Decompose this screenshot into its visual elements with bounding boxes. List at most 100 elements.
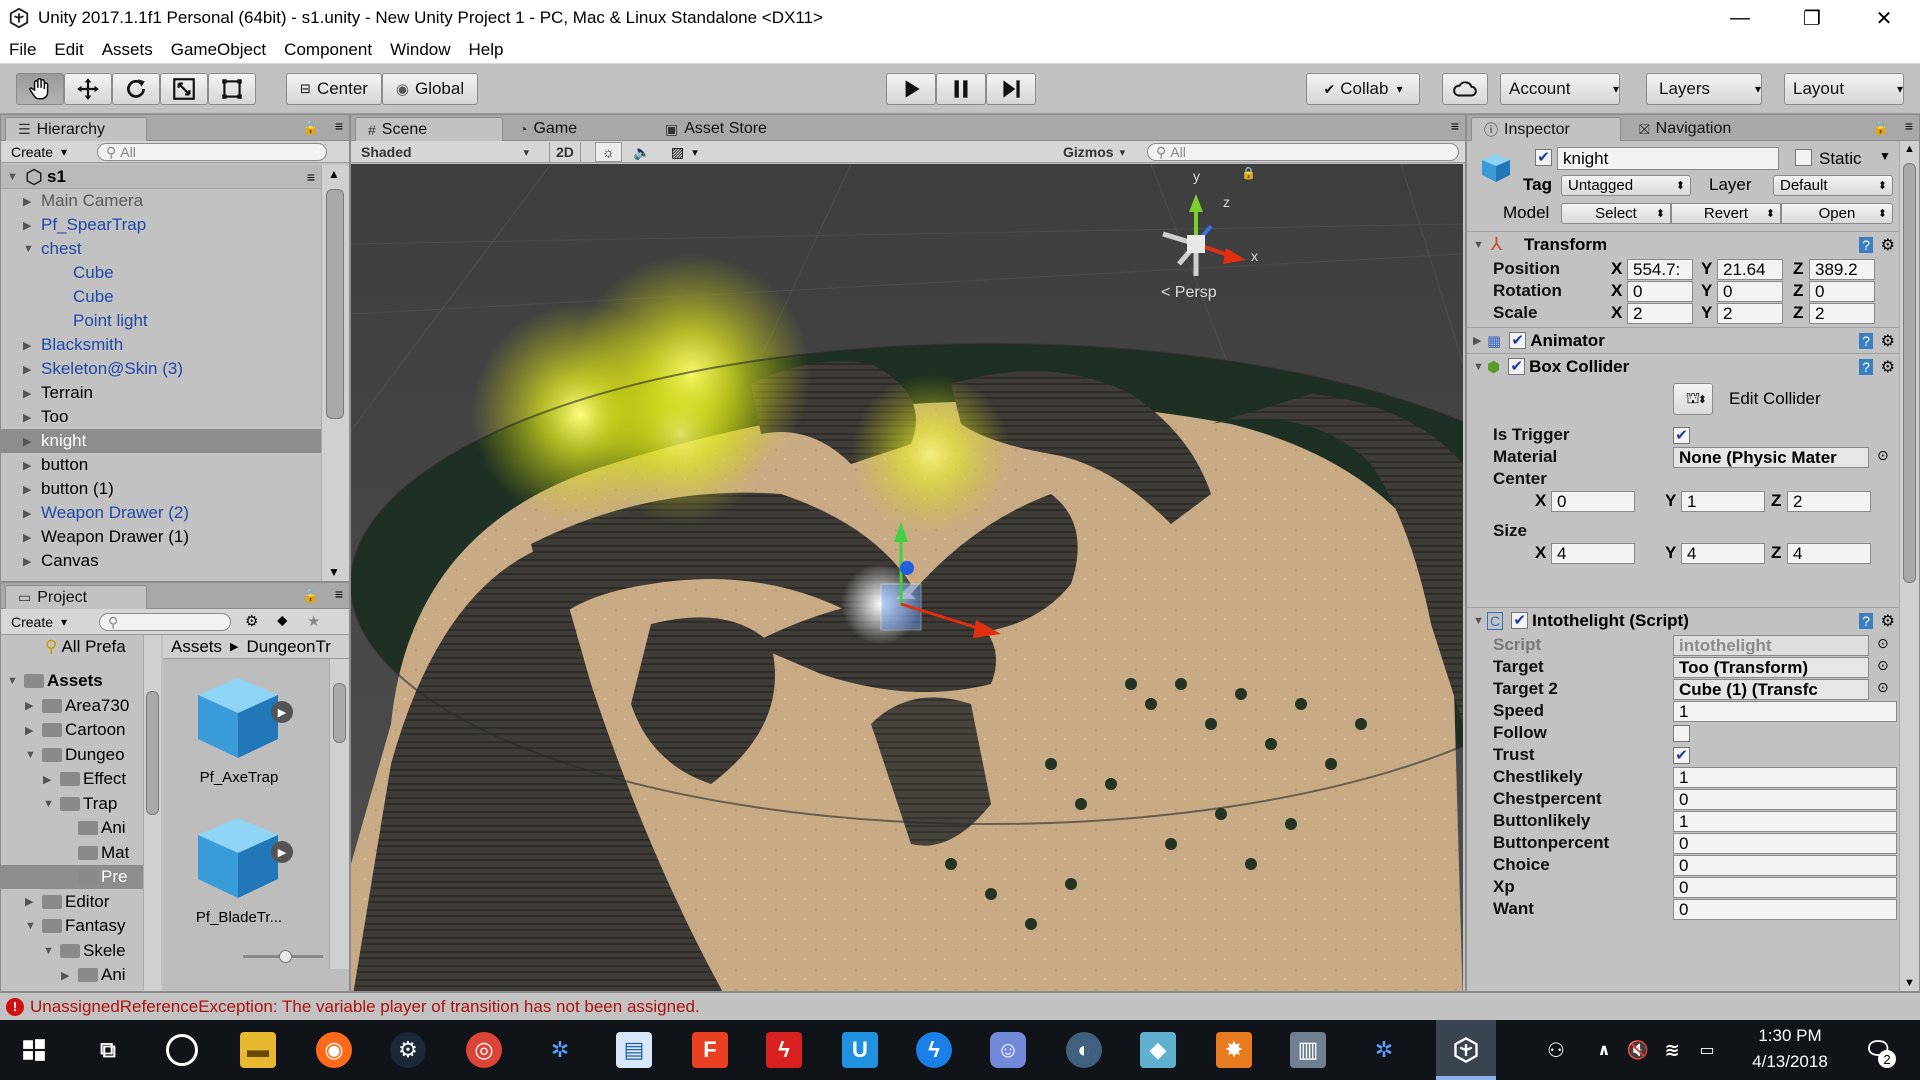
tag-dropdown[interactable]: Untagged (1561, 175, 1691, 196)
people-icon[interactable]: ⚇ (1538, 1032, 1574, 1068)
status-bar[interactable]: ! UnassignedReferenceException: The vari… (0, 992, 1920, 1020)
axis-label-y[interactable]: Y (1701, 303, 1712, 323)
target-field[interactable]: Too (Transform) (1673, 657, 1869, 678)
axis-label-y[interactable]: Y (1701, 281, 1712, 301)
transform-header[interactable]: ▼ ⅄ Transform ? ⚙ (1467, 231, 1899, 257)
breadcrumb-dungeon[interactable]: DungeonTr (247, 637, 331, 657)
expand-arrow[interactable]: ▶ (23, 555, 37, 568)
account-dropdown[interactable]: Account (1500, 73, 1620, 105)
show-hidden-icons-chevron[interactable]: ∧ (1592, 1032, 1616, 1068)
project-folder-item[interactable]: ▶ Editor (1, 890, 146, 914)
windows-start-icon[interactable] (16, 1032, 52, 1068)
steam-icon[interactable]: ⚙ (390, 1032, 426, 1068)
menu-help[interactable]: Help (460, 40, 513, 60)
project-folder-item[interactable]: ▼ Assets (1, 669, 146, 693)
inspector-scrollbar[interactable]: ▲ ▼ (1899, 141, 1919, 991)
visual-studio-code-icon[interactable]: ✲ (542, 1032, 578, 1068)
hierarchy-item[interactable]: ▶ Weapon Drawer (1) (1, 525, 321, 549)
expand-prefab-icon[interactable]: ▶ (271, 841, 293, 863)
buttonpercent-field[interactable]: 0 (1673, 833, 1897, 854)
unity-hub-icon[interactable]: U (842, 1032, 878, 1068)
battery-icon[interactable]: ▭ (1694, 1032, 1720, 1068)
speed-field[interactable]: 1 (1673, 701, 1897, 722)
origin-icon[interactable]: ◉ (316, 1032, 352, 1068)
hand-tool-button[interactable] (16, 73, 64, 105)
expand-prefab-icon[interactable]: ▶ (271, 701, 293, 723)
cloud-button[interactable] (1442, 73, 1488, 105)
expand-arrow[interactable]: ▶ (23, 459, 37, 472)
expand-arrow[interactable]: ▶ (23, 411, 37, 424)
animator-enabled-checkbox[interactable]: ✔ (1509, 332, 1527, 349)
tab-project[interactable]: ▭ Project (5, 585, 147, 609)
notepad-icon[interactable]: ▤ (616, 1032, 652, 1068)
flash-icon[interactable]: ϟ (766, 1032, 802, 1068)
axis-label-x[interactable]: X (1535, 543, 1546, 563)
folder-expand-arrow[interactable]: ▼ (25, 749, 39, 761)
scroll-down-icon[interactable]: ▼ (328, 565, 340, 579)
hierarchy-item[interactable]: ▶ Blacksmith (1, 333, 321, 357)
minimize-button[interactable]: — (1704, 0, 1776, 36)
project-tree-scroll-thumb[interactable] (146, 691, 159, 815)
unity-taskbar-icon[interactable] (1436, 1020, 1496, 1080)
hierarchy-create-dropdown[interactable]: Create (5, 142, 73, 162)
panel-menu-icon[interactable]: ≡ (1905, 118, 1913, 134)
axis-label-y[interactable]: Y (1665, 543, 1676, 563)
layer-dropdown[interactable]: Default (1773, 175, 1893, 196)
lock-icon[interactable]: 🔒 (1873, 120, 1889, 136)
position-z-input[interactable]: 389.2 (1809, 259, 1875, 280)
choice-field[interactable]: 0 (1673, 855, 1897, 876)
scene-audio-toggle[interactable]: 🔈 (627, 142, 656, 162)
pivot-center-button[interactable]: ⊟ Center (286, 73, 382, 105)
expand-arrow[interactable]: ▶ (23, 483, 37, 496)
help-book-icon[interactable]: ? (1859, 612, 1873, 629)
asset-view-scroll-thumb[interactable] (333, 683, 346, 743)
follow-checkbox[interactable] (1673, 725, 1690, 742)
size-z-input[interactable]: 4 (1787, 543, 1871, 564)
script-header[interactable]: ▼ C ✔ Intothelight (Script) ? ⚙ (1467, 607, 1899, 633)
shading-mode-dropdown[interactable]: Shaded ▾ (355, 142, 535, 162)
inspector-scroll-thumb[interactable] (1903, 163, 1916, 583)
perspective-toggle[interactable]: < Persp (1161, 284, 1217, 302)
folder-expand-arrow[interactable]: ▼ (7, 675, 21, 687)
hierarchy-item[interactable]: ▶ Skeleton@Skin (3) (1, 357, 321, 381)
hierarchy-item[interactable]: ▶ Weapon Drawer (2) (1, 501, 321, 525)
panel-menu-icon[interactable]: ≡ (335, 586, 343, 602)
tab-inspector[interactable]: ⓘ Inspector (1471, 117, 1621, 141)
menu-gameobject[interactable]: GameObject (162, 40, 275, 60)
slider-thumb[interactable] (279, 950, 292, 963)
favorite-star-icon[interactable]: ★ (307, 612, 320, 630)
scale-z-input[interactable]: 2 (1809, 303, 1875, 324)
cortana-icon[interactable] (166, 1034, 198, 1066)
hierarchy-item[interactable]: ▶ button (1, 453, 321, 477)
hierarchy-item[interactable]: ▶ Too (1, 405, 321, 429)
collab-dropdown[interactable]: ✔ Collab (1306, 73, 1420, 105)
axis-label-x[interactable]: X (1611, 303, 1622, 323)
close-button[interactable]: ✕ (1848, 0, 1920, 36)
expand-arrow[interactable]: ▶ (23, 195, 37, 208)
task-view-icon[interactable]: ⧉ (90, 1032, 126, 1068)
menu-file[interactable]: File (0, 40, 45, 60)
menu-window[interactable]: Window (381, 40, 459, 60)
gizmos-dropdown[interactable]: Gizmos ▾ (1057, 142, 1131, 162)
object-name-input[interactable]: knight (1557, 147, 1779, 170)
help-book-icon[interactable]: ? (1859, 236, 1873, 253)
help-book-icon[interactable]: ? (1859, 358, 1873, 375)
lock-icon[interactable]: 🔒 (303, 588, 319, 604)
project-create-dropdown[interactable]: Create (5, 612, 73, 632)
speaker-muted-icon[interactable]: 🔇 (1626, 1032, 1650, 1068)
menu-assets[interactable]: Assets (93, 40, 162, 60)
object-picker-icon[interactable]: ⊙ (1877, 635, 1889, 652)
axis-label-y[interactable]: Y (1665, 491, 1676, 511)
scene-viewport[interactable]: y z x 🔒 < Persp (351, 164, 1463, 991)
position-x-input[interactable]: 554.7: (1627, 259, 1693, 280)
static-dropdown-icon[interactable]: ▼ (1879, 149, 1891, 163)
hierarchy-search-input[interactable]: ⚲ All (97, 143, 327, 161)
clock-date[interactable]: 4/13/2018 (1730, 1052, 1850, 1072)
settings-gear-icon[interactable]: ⚙ (1881, 235, 1895, 255)
rect-tool-button[interactable] (208, 73, 256, 105)
scene-header-row[interactable]: ▼ s1 ≡ (1, 165, 321, 189)
size-y-input[interactable]: 4 (1681, 543, 1765, 564)
hierarchy-item[interactable]: ▶ knight (1, 429, 321, 453)
position-y-input[interactable]: 21.64 (1717, 259, 1783, 280)
scene-effects-dropdown[interactable]: ▨ ▾ (665, 142, 704, 162)
